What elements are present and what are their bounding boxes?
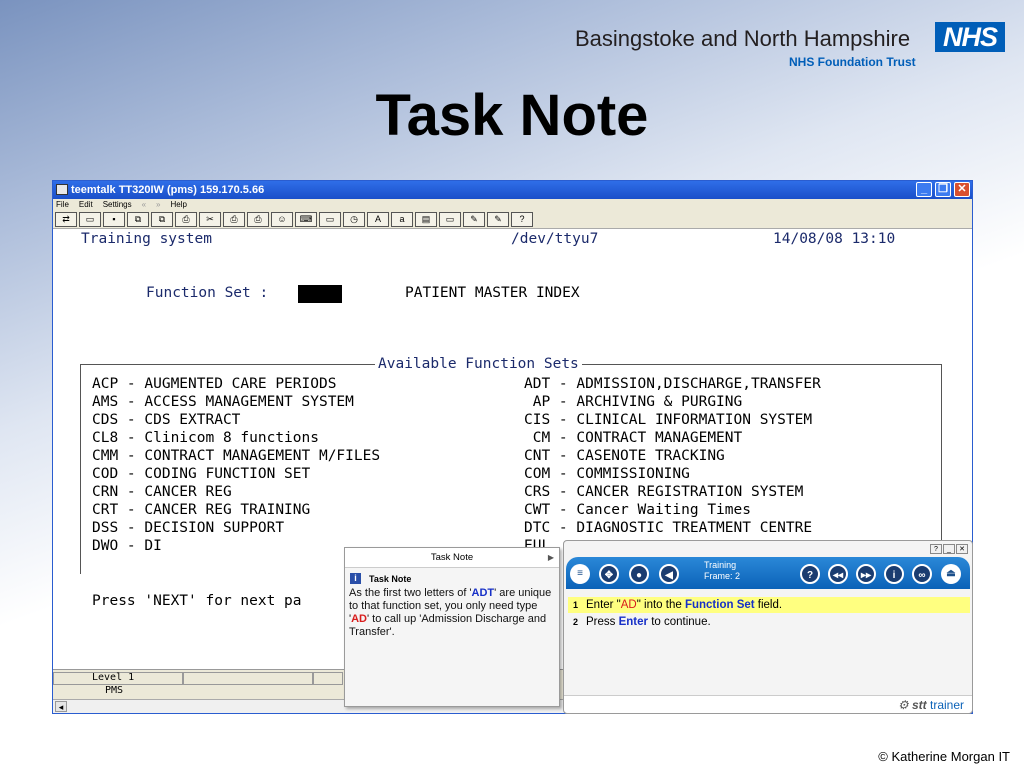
trainer-close-button[interactable]: ✕ — [956, 544, 968, 554]
copy-icon[interactable]: ⧉ — [127, 212, 149, 227]
trainer-window-controls: ? _ ✕ — [930, 544, 968, 554]
press-next-text: Press 'NEXT' for next pa — [92, 593, 302, 609]
frame-info: Training Frame: 2 — [704, 560, 741, 581]
paste-icon[interactable]: ⧉ — [151, 212, 173, 227]
scroll-left-icon[interactable]: ◂ — [55, 701, 67, 712]
function-set-item: DSS - DECISION SUPPORT — [92, 520, 285, 536]
function-set-item: ADT - ADMISSION,DISCHARGE,TRANSFER — [524, 376, 821, 392]
info-icon[interactable]: i — [884, 564, 904, 584]
device-name: /dev/ttyu7 — [511, 231, 599, 247]
menu-edit[interactable]: Edit — [79, 199, 93, 211]
menu-help[interactable]: Help — [171, 199, 187, 211]
trainer-panel: ? _ ✕ ≡ ✥ ● ◀ Training Frame: 2 ? ◂◂ ▸▸ … — [563, 540, 973, 714]
function-set-item: CWT - Cancer Waiting Times — [524, 502, 751, 518]
function-set-label: Function Set : — [146, 285, 269, 301]
nhs-logo: NHS — [935, 22, 1005, 52]
copyright: © Katherine Morgan IT — [878, 749, 1010, 764]
menu-back[interactable]: « — [142, 199, 146, 211]
cut-icon[interactable]: ✂ — [199, 212, 221, 227]
expand-arrow-icon[interactable]: ▶ — [548, 548, 554, 568]
app-icon — [56, 184, 68, 195]
task-note-header: Task Note ▶ — [345, 548, 559, 568]
function-set-field[interactable] — [298, 285, 342, 303]
info-icon: i — [350, 573, 361, 584]
system-name: Training system — [81, 231, 212, 247]
speaker-icon[interactable]: ◀ — [659, 564, 679, 584]
trainer-footer: ⚙ stt trainer — [564, 695, 972, 713]
function-set-item: CIS - CLINICAL INFORMATION SYSTEM — [524, 412, 813, 428]
chart-icon[interactable]: ▤ — [415, 212, 437, 227]
function-set-item: CDS - CDS EXTRACT — [92, 412, 241, 428]
slide-title: Task Note — [375, 83, 649, 148]
trainer-help-button[interactable]: ? — [930, 544, 942, 554]
save-icon[interactable]: ▪ — [103, 212, 125, 227]
trust-subtitle: NHS Foundation Trust — [789, 55, 916, 69]
restore-button[interactable]: ❐ — [935, 182, 951, 197]
close-button[interactable]: ✕ — [954, 182, 970, 197]
trainer-minimize-button[interactable]: _ — [943, 544, 955, 554]
function-set-item: CRN - CANCER REG — [92, 484, 232, 500]
patient-master-index: PATIENT MASTER INDEX — [405, 285, 580, 301]
edit-icon[interactable]: ✎ — [463, 212, 485, 227]
task-note-title: i Task Note — [345, 568, 559, 584]
pencil-icon[interactable]: ✎ — [487, 212, 509, 227]
help-icon[interactable]: ? — [800, 564, 820, 584]
status-level: Level 1 — [92, 672, 135, 683]
function-set-item: CRS - CANCER REGISTRATION SYSTEM — [524, 484, 804, 500]
code-ad: AD — [351, 613, 367, 625]
rewind-icon[interactable]: ◂◂ — [828, 564, 848, 584]
function-set-item: ACP - AUGMENTED CARE PERIODS — [92, 376, 337, 392]
function-set-item: DWO - DI — [92, 538, 162, 554]
function-set-item: CL8 - Clinicom 8 functions — [92, 430, 319, 446]
task-note-popup: Task Note ▶ i Task Note As the first two… — [344, 547, 560, 707]
trainer-step-1[interactable]: 1 Enter "AD" into the Function Set field. — [568, 597, 970, 613]
print-setup-icon[interactable]: ⎙ — [223, 212, 245, 227]
function-set-item: CRT - CANCER REG TRAINING — [92, 502, 311, 518]
font-small-icon[interactable]: a — [391, 212, 413, 227]
menu-forward[interactable]: » — [156, 199, 160, 211]
status-app: PMS — [105, 685, 124, 696]
menu-settings[interactable]: Settings — [103, 199, 132, 211]
help-icon[interactable]: ? — [511, 212, 533, 227]
stt-trainer-logo: ⚙ stt trainer — [897, 698, 964, 712]
task-note-body: As the first two letters of 'ADT' are un… — [349, 587, 552, 638]
toolbar: ⇄ ▭ ▪ ⧉ ⧉ ⎙ ✂ ⎙ ⎙ ☺ ⌨ ▭ ◷ A a ▤ ▭ ✎ ✎ ? — [53, 211, 972, 229]
trust-name: Basingstoke and North Hampshire — [575, 26, 911, 51]
code-adt: ADT — [471, 587, 495, 599]
window-icon[interactable]: ▭ — [319, 212, 341, 227]
function-set-item: CM - CONTRACT MANAGEMENT — [524, 430, 743, 446]
trainer-toolbar: ≡ ✥ ● ◀ Training Frame: 2 ? ◂◂ ▸▸ i ∞ ⏏ — [566, 557, 970, 589]
function-set-item: AMS - ACCESS MANAGEMENT SYSTEM — [92, 394, 354, 410]
function-sets-legend: Available Function Sets — [375, 356, 582, 372]
function-set-item: CNT - CASENOTE TRACKING — [524, 448, 725, 464]
target-icon[interactable]: ✥ — [599, 564, 619, 584]
menu-bar: File Edit Settings « » Help — [53, 199, 972, 211]
window-titlebar[interactable]: teemtalk TT320IW (pms) 159.170.5.66 _ ❐ … — [53, 181, 972, 199]
function-set-item: COM - COMMISSIONING — [524, 466, 690, 482]
clock-icon[interactable]: ◷ — [343, 212, 365, 227]
open-icon[interactable]: ▭ — [79, 212, 101, 227]
function-set-item: CMM - CONTRACT MANAGEMENT M/FILES — [92, 448, 381, 464]
link-icon[interactable]: ∞ — [912, 564, 932, 584]
toolbar-button[interactable]: ⇄ — [55, 212, 77, 227]
menu-icon[interactable]: ≡ — [570, 564, 590, 584]
window-title: teemtalk TT320IW (pms) 159.170.5.66 — [71, 184, 265, 196]
screen-icon[interactable]: ▭ — [439, 212, 461, 227]
forward-icon[interactable]: ▸▸ — [856, 564, 876, 584]
function-set-item: COD - CODING FUNCTION SET — [92, 466, 311, 482]
camera-icon[interactable]: ● — [629, 564, 649, 584]
timestamp: 14/08/08 13:10 — [773, 231, 896, 247]
font-large-icon[interactable]: A — [367, 212, 389, 227]
printer-icon[interactable]: ⎙ — [247, 212, 269, 227]
function-set-item: AP - ARCHIVING & PURGING — [524, 394, 743, 410]
function-set-item: DTC - DIAGNOSTIC TREATMENT CENTRE — [524, 520, 813, 536]
keyboard-icon[interactable]: ⌨ — [295, 212, 317, 227]
minimize-button[interactable]: _ — [916, 182, 932, 197]
smiley-icon[interactable]: ☺ — [271, 212, 293, 227]
menu-file[interactable]: File — [56, 199, 69, 211]
trainer-step-2[interactable]: 2 Press Enter to continue. — [568, 614, 970, 630]
eject-icon[interactable]: ⏏ — [941, 564, 961, 584]
print-icon[interactable]: ⎙ — [175, 212, 197, 227]
